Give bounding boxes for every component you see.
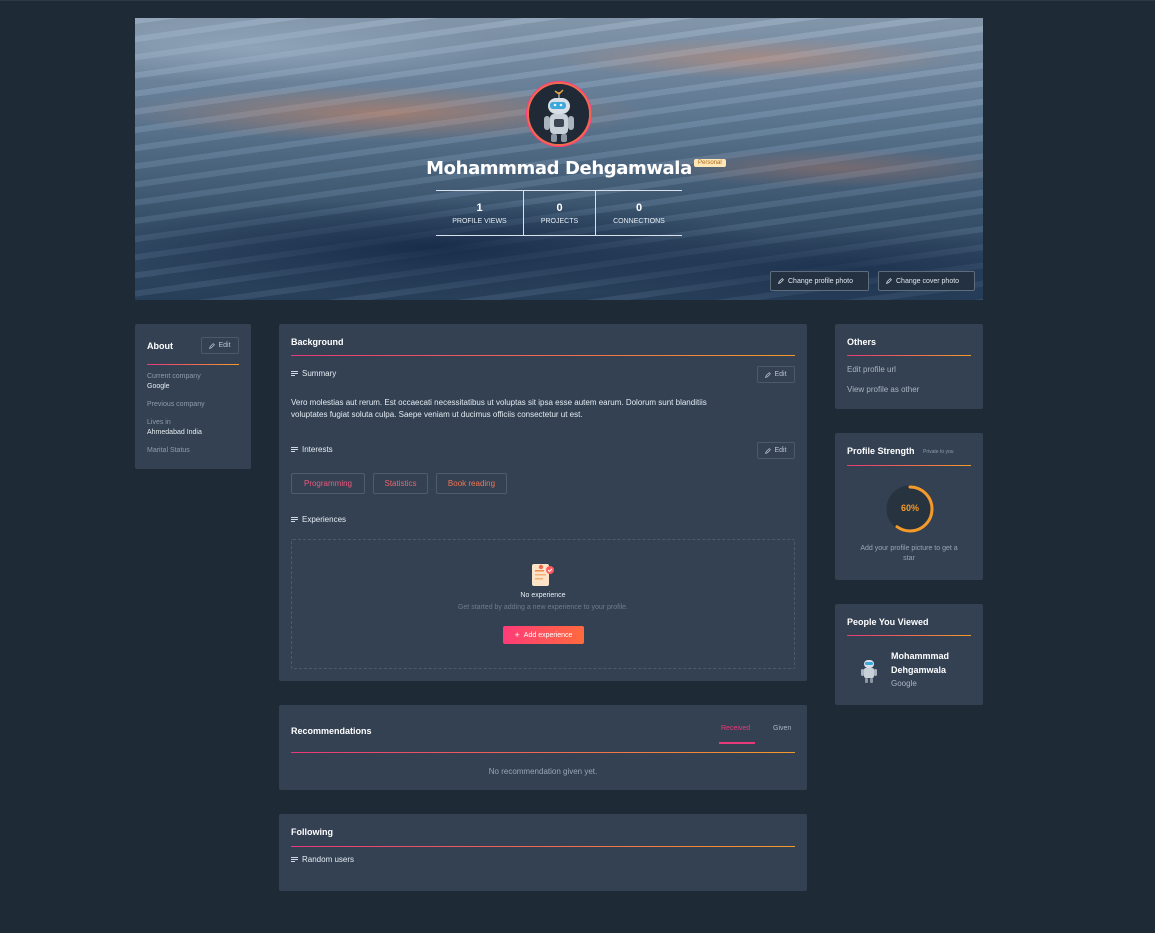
profile-name: Mohammmad Dehgamwala xyxy=(426,158,692,179)
name-line: Dehgamwala xyxy=(891,665,947,675)
strength-percent: 60% xyxy=(900,503,919,513)
private-note: Private to you xyxy=(923,449,954,455)
current-company-value: Google xyxy=(147,383,170,390)
stat-value: 0 xyxy=(635,201,643,214)
account-type-badge: Personal xyxy=(694,159,726,167)
profile-stats: 1 PROFILE VIEWS 0 PROJECTS 0 CONNECTIONS xyxy=(436,190,682,236)
others-divider xyxy=(847,355,971,356)
background-divider xyxy=(291,355,795,356)
profile-strength-title: Profile Strength xyxy=(847,446,915,456)
robot-avatar-icon[interactable] xyxy=(860,658,878,684)
robot-avatar-icon xyxy=(529,84,589,144)
recommendations-card xyxy=(279,705,807,790)
edit-label: Edit xyxy=(774,371,787,378)
stat-projects: 0 PROJECTS xyxy=(523,191,595,235)
summary-title: Summary xyxy=(302,369,337,378)
edit-profile-url-link[interactable]: Edit profile url xyxy=(847,365,896,374)
recommendations-empty: No recommendation given yet. xyxy=(488,767,598,776)
stat-profile-views: 1 PROFILE VIEWS xyxy=(436,191,523,235)
strength-hint-line: star xyxy=(903,555,915,562)
name-line: Mohammmad xyxy=(891,651,950,661)
document-icon xyxy=(532,564,554,586)
interests-edit-button[interactable]: Edit xyxy=(757,442,795,459)
tab-given[interactable]: Given xyxy=(773,725,791,732)
lives-in-label: Lives in xyxy=(147,419,171,426)
summary-heading: Summary xyxy=(291,369,336,378)
interests-heading: Interests xyxy=(291,445,333,454)
no-experience-title: No experience xyxy=(520,592,566,599)
add-experience-button[interactable]: + Add experience xyxy=(503,626,584,644)
random-users-heading: Random users xyxy=(291,855,354,864)
edit-label: Edit xyxy=(218,342,231,349)
tab-received-underline xyxy=(719,742,755,744)
stat-value: 0 xyxy=(556,201,563,214)
marital-status-label: Marital Status xyxy=(147,447,190,454)
following-title: Following xyxy=(291,827,333,837)
pencil-icon xyxy=(886,278,892,284)
previous-company-label: Previous company xyxy=(147,401,205,408)
interest-tag[interactable]: Statistics xyxy=(373,473,428,494)
change-cover-photo-button[interactable]: Change cover photo xyxy=(878,271,975,291)
interests-title: Interests xyxy=(302,445,333,454)
strength-hint-line: Add your profile picture to get a xyxy=(860,545,958,552)
stat-connections: 0 CONNECTIONS xyxy=(595,191,682,235)
change-profile-photo-label: Change profile photo xyxy=(788,277,853,285)
view-profile-as-other-link[interactable]: View profile as other xyxy=(847,385,919,394)
experiences-heading: Experiences xyxy=(291,515,346,524)
pencil-icon xyxy=(765,371,772,378)
no-experience-hint: Get started by adding a new experience t… xyxy=(457,604,629,611)
stat-label: CONNECTIONS xyxy=(613,217,665,225)
about-divider xyxy=(147,364,239,365)
cover-photo: Mohammmad Dehgamwala Personal 1 PROFILE … xyxy=(135,18,983,300)
summary-text: Vero molestias aut rerum. Est occaecati … xyxy=(291,397,795,421)
recommendations-title: Recommendations xyxy=(291,726,372,736)
people-viewed-title: People You Viewed xyxy=(847,617,929,627)
interest-tag[interactable]: Programming xyxy=(291,473,365,494)
add-experience-label: Add experience xyxy=(523,631,573,639)
following-card xyxy=(279,814,807,891)
random-users-title: Random users xyxy=(302,855,355,864)
about-title: About xyxy=(147,341,173,351)
lines-icon xyxy=(291,517,298,522)
about-edit-button[interactable]: Edit xyxy=(201,337,239,354)
others-title: Others xyxy=(847,337,877,347)
profile-strength-divider xyxy=(847,465,971,466)
people-viewed-divider xyxy=(847,635,971,636)
lines-icon xyxy=(291,371,298,376)
pencil-icon xyxy=(209,342,216,349)
following-divider xyxy=(291,846,795,847)
pencil-icon xyxy=(778,278,784,284)
background-title: Background xyxy=(291,337,344,347)
strength-hint: Add your profile picture to get a star xyxy=(847,544,971,564)
pencil-icon xyxy=(765,447,772,454)
change-profile-photo-button[interactable]: Change profile photo xyxy=(770,271,869,291)
lines-icon xyxy=(291,447,298,452)
profile-avatar[interactable] xyxy=(527,82,591,146)
viewed-person-name[interactable]: Mohammmad Dehgamwala xyxy=(891,649,949,677)
interest-tag[interactable]: Book reading xyxy=(436,473,507,494)
lines-icon xyxy=(291,857,298,862)
edit-label: Edit xyxy=(774,447,787,454)
stat-value: 1 xyxy=(476,201,483,214)
recommendations-divider xyxy=(291,752,795,753)
lives-in-value: Ahmedabad India xyxy=(147,429,202,436)
plus-icon: + xyxy=(514,629,520,640)
tab-received[interactable]: Received xyxy=(721,725,750,732)
change-cover-photo-label: Change cover photo xyxy=(896,277,960,285)
stat-label: PROJECTS xyxy=(540,217,579,225)
summary-edit-button[interactable]: Edit xyxy=(757,366,795,383)
viewed-person-company: Google xyxy=(891,679,917,688)
experiences-title: Experiences xyxy=(302,515,347,524)
summary-line: Vero molestias aut rerum. Est occaecati … xyxy=(291,398,707,407)
summary-line: voluptates fugiat soluta culpa. Saepe ve… xyxy=(291,410,583,419)
stat-label: PROFILE VIEWS xyxy=(452,217,507,225)
current-company-label: Current company xyxy=(147,373,201,380)
